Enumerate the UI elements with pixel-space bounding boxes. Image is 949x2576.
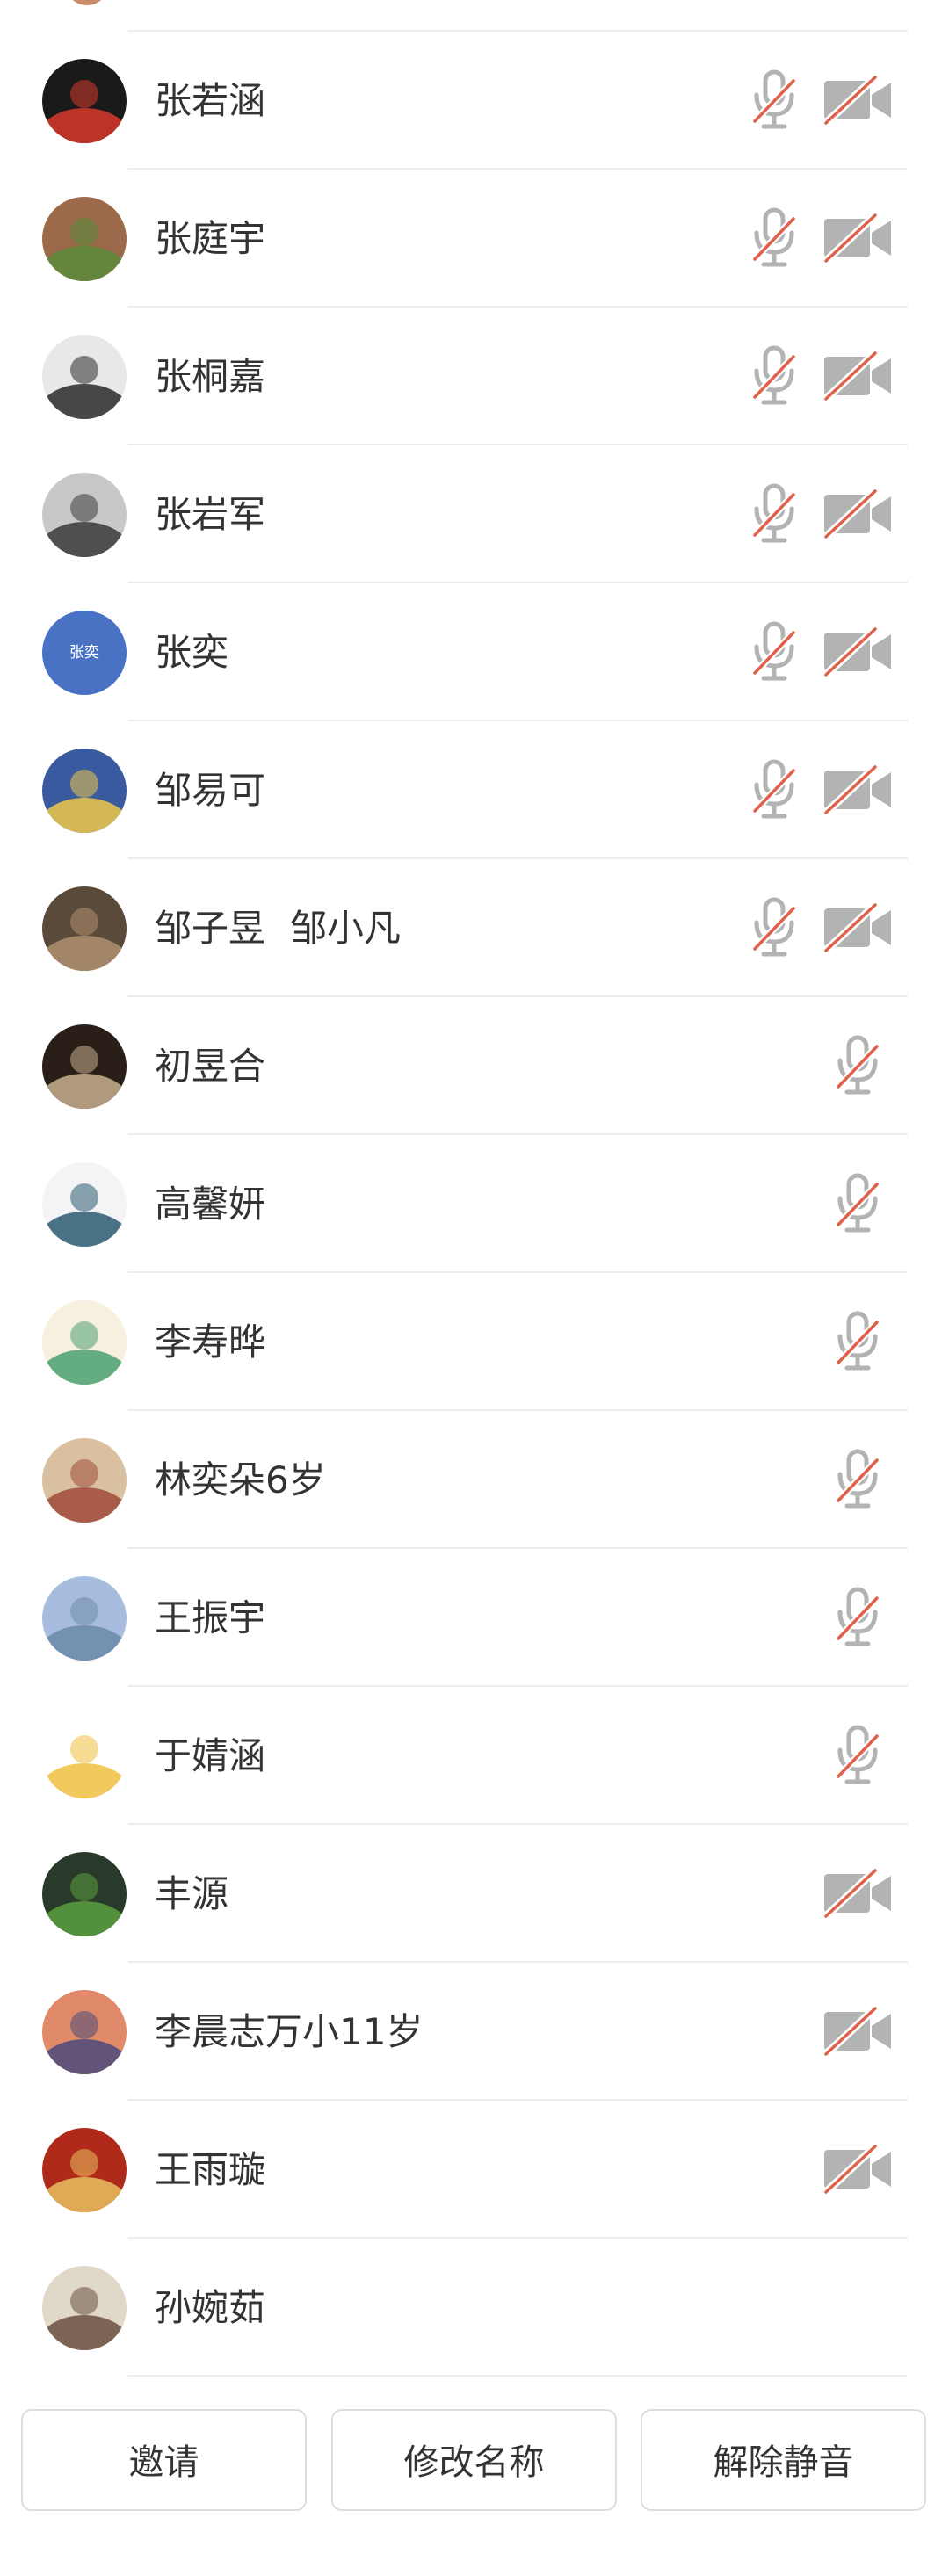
camera-off-icon [822, 2005, 893, 2058]
participant-row[interactable]: 林奕朵6岁 [0, 1411, 949, 1549]
participant-row[interactable]: 王雨璇 [0, 2101, 949, 2239]
participant-row[interactable]: 张岩军 [0, 445, 949, 583]
seaside-photo-icon [42, 1576, 127, 1661]
participant-row[interactable]: 孙婉茹 [0, 2239, 949, 2377]
participant-row[interactable]: 邹易可 [0, 721, 949, 859]
cartoon-illustration-icon [42, 2128, 127, 2212]
mic-muted-icon [750, 69, 799, 132]
participant-row[interactable]: 张若涵 [0, 32, 949, 170]
participant-name: 林奕朵6岁 [155, 1411, 326, 1549]
participant-row[interactable]: 张庭宇 [0, 170, 949, 308]
person-photo-icon [42, 1162, 127, 1247]
participant-name: 张岩军 [155, 445, 265, 583]
mic-muted-icon [833, 1586, 882, 1649]
plant-pot-photo-icon [42, 1852, 127, 1936]
partial-avatar [65, 0, 109, 5]
sunset-photo-icon [42, 1990, 127, 2074]
mic-muted-icon [750, 896, 799, 959]
participant-row[interactable]: 邹子昱 邹小凡 [0, 859, 949, 997]
camera-off-icon [822, 626, 893, 678]
girl-cartoon-icon [42, 1300, 127, 1385]
mic-muted-icon [833, 1310, 882, 1373]
cat-photo-icon [42, 886, 127, 971]
garden-photo-icon [42, 197, 127, 281]
participant-name-text: 初昱合 [155, 1045, 266, 1088]
participant-name: 初昱合 [155, 997, 265, 1135]
participant-name-text: 邹易可 [155, 769, 266, 812]
participant-row[interactable]: 初昱合 [0, 997, 949, 1135]
person-photo-icon [42, 1024, 127, 1109]
mic-muted-icon [750, 206, 799, 270]
participant-name: 王振宇 [155, 1549, 265, 1687]
avatar: 张奕 [42, 611, 127, 695]
participant-name: 张庭宇 [155, 170, 265, 308]
avatar-initials: 张奕 [69, 644, 99, 662]
participant-row[interactable]: 高馨妍 [0, 1135, 949, 1273]
participant-name-text: 张桐嘉 [155, 355, 266, 398]
participant-row[interactable]: 李寿晔 [0, 1273, 949, 1411]
mic-muted-icon [750, 344, 799, 408]
participant-name: 李寿晔 [155, 1273, 265, 1411]
participant-row[interactable]: 丰源 [0, 1825, 949, 1963]
camera-off-icon [822, 901, 893, 954]
action-bar: 邀请 修改名称 解除静音 [0, 2402, 949, 2516]
participant-name-text: 林奕朵6岁 [155, 1458, 326, 1501]
camera-off-icon [822, 2143, 893, 2196]
participant-row[interactable]: 张桐嘉 [0, 308, 949, 445]
mic-muted-icon [833, 1034, 882, 1097]
participant-name-text: 于婧涵 [155, 1734, 266, 1777]
mic-muted-icon [833, 1448, 882, 1511]
camera-off-icon [822, 350, 893, 402]
person-photo-icon [42, 2266, 127, 2350]
camera-off-icon [822, 763, 893, 816]
participant-name-text: 孙婉茹 [155, 2286, 266, 2329]
participant-name-text: 李晨志万小11岁 [155, 2010, 424, 2053]
girl-cartoon-icon [42, 1714, 127, 1798]
mic-muted-icon [833, 1724, 882, 1787]
participant-name-text: 张若涵 [155, 79, 266, 122]
panda-mascots-icon [42, 59, 127, 143]
divider [127, 2375, 908, 2377]
cat-photo-icon [42, 473, 127, 557]
participant-row[interactable]: 王振宇 [0, 1549, 949, 1687]
participant-name: 张桐嘉 [155, 308, 265, 445]
camera-off-icon [822, 74, 893, 127]
participant-name-text: 张庭宇 [155, 217, 266, 260]
participant-row[interactable]: 于婧涵 [0, 1687, 949, 1825]
participant-name: 张奕 [155, 583, 228, 721]
participant-name-text: 丰源 [155, 1872, 229, 1915]
person-photo-icon [42, 335, 127, 419]
participant-name-text: 王雨璇 [155, 2148, 266, 2191]
rename-button[interactable]: 修改名称 [331, 2409, 617, 2511]
participant-name: 于婧涵 [155, 1687, 265, 1825]
cartoon-illustration-icon [42, 1438, 127, 1523]
participant-name: 邹易可 [155, 721, 265, 859]
participant-name-text: 李寿晔 [155, 1321, 266, 1364]
mic-muted-icon [833, 1172, 882, 1235]
participant-name: 孙婉茹 [155, 2239, 265, 2377]
participant-name: 邹子昱 邹小凡 [155, 859, 401, 997]
participant-name-text: 高馨妍 [155, 1183, 266, 1226]
participant-name-text: 张岩军 [155, 493, 266, 536]
mic-muted-icon [750, 620, 799, 684]
participant-row[interactable]: 张奕 张奕 [0, 583, 949, 721]
participant-name: 张若涵 [155, 32, 265, 170]
camera-off-icon [822, 1867, 893, 1920]
participant-name-text: 张奕 [155, 631, 229, 674]
camera-off-icon [822, 212, 893, 264]
mic-muted-icon [750, 482, 799, 546]
participant-name: 丰源 [155, 1825, 228, 1963]
participant-name-text: 邹子昱 [155, 907, 266, 950]
astronaut-cartoon-icon [42, 749, 127, 833]
participant-alias: 邹小凡 [290, 907, 402, 950]
mic-muted-icon [750, 758, 799, 821]
invite-button[interactable]: 邀请 [21, 2409, 307, 2511]
unmute-button[interactable]: 解除静音 [641, 2409, 926, 2511]
participant-row[interactable]: 李晨志万小11岁 [0, 1963, 949, 2101]
camera-off-icon [822, 488, 893, 540]
participant-name: 高馨妍 [155, 1135, 265, 1273]
participant-name: 王雨璇 [155, 2101, 265, 2239]
participant-name: 李晨志万小11岁 [155, 1963, 423, 2101]
participant-name-text: 王振宇 [155, 1596, 266, 1639]
